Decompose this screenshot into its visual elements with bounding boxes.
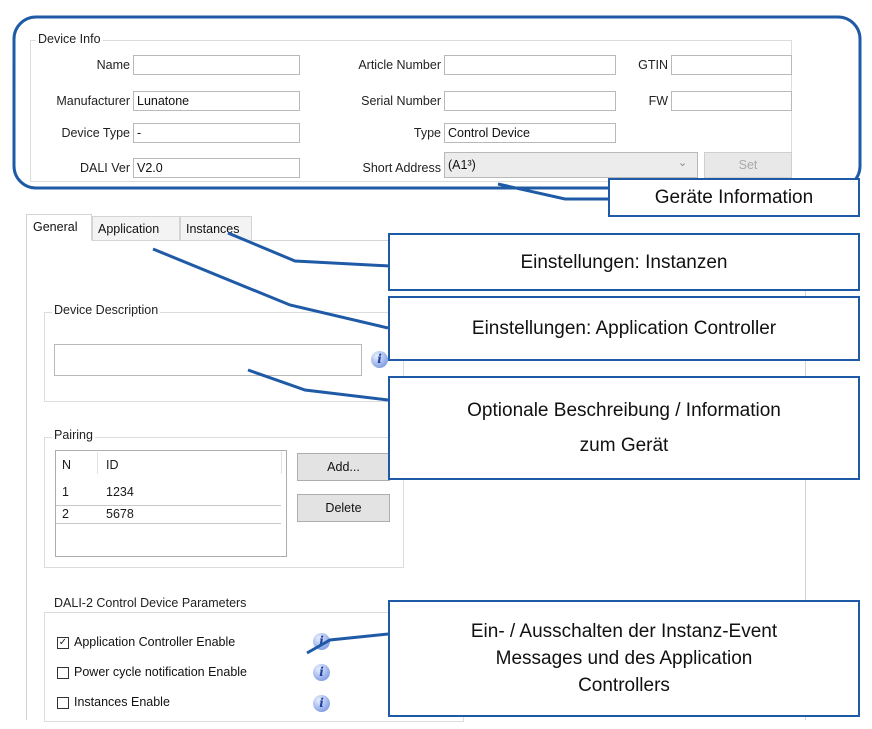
- callout-geraete-info: Geräte Information: [608, 178, 860, 217]
- device-info-highlight-frame: [12, 15, 862, 190]
- connector-instanzen: [227, 231, 391, 268]
- callout-instanzen-text: Einstellungen: Instanzen: [520, 251, 728, 273]
- connector-application: [152, 247, 389, 330]
- callout-beschreibung: Optionale Beschreibung / Information zum…: [388, 376, 860, 480]
- callout-application: Einstellungen: Application Controller: [388, 296, 860, 361]
- connector-event: [306, 632, 389, 655]
- connector-beschreibung: [247, 368, 389, 402]
- callout-event-line-1: Ein- / Ausschalten der Instanz-Event: [470, 621, 778, 642]
- callout-event: Ein- / Ausschalten der Instanz-Event Mes…: [388, 600, 860, 717]
- callout-beschreibung-line-2: zum Gerät: [579, 435, 669, 456]
- callout-instanzen: Einstellungen: Instanzen: [388, 233, 860, 291]
- callout-event-line-3: Controllers: [578, 675, 670, 696]
- connector-geraete-info: [497, 182, 608, 201]
- callout-event-line-2: Messages und des Application: [495, 648, 753, 669]
- callout-application-text: Einstellungen: Application Controller: [471, 318, 777, 339]
- callout-geraete-info-text: Geräte Information: [654, 187, 814, 208]
- callout-beschreibung-line-1: Optionale Beschreibung / Information: [467, 400, 781, 421]
